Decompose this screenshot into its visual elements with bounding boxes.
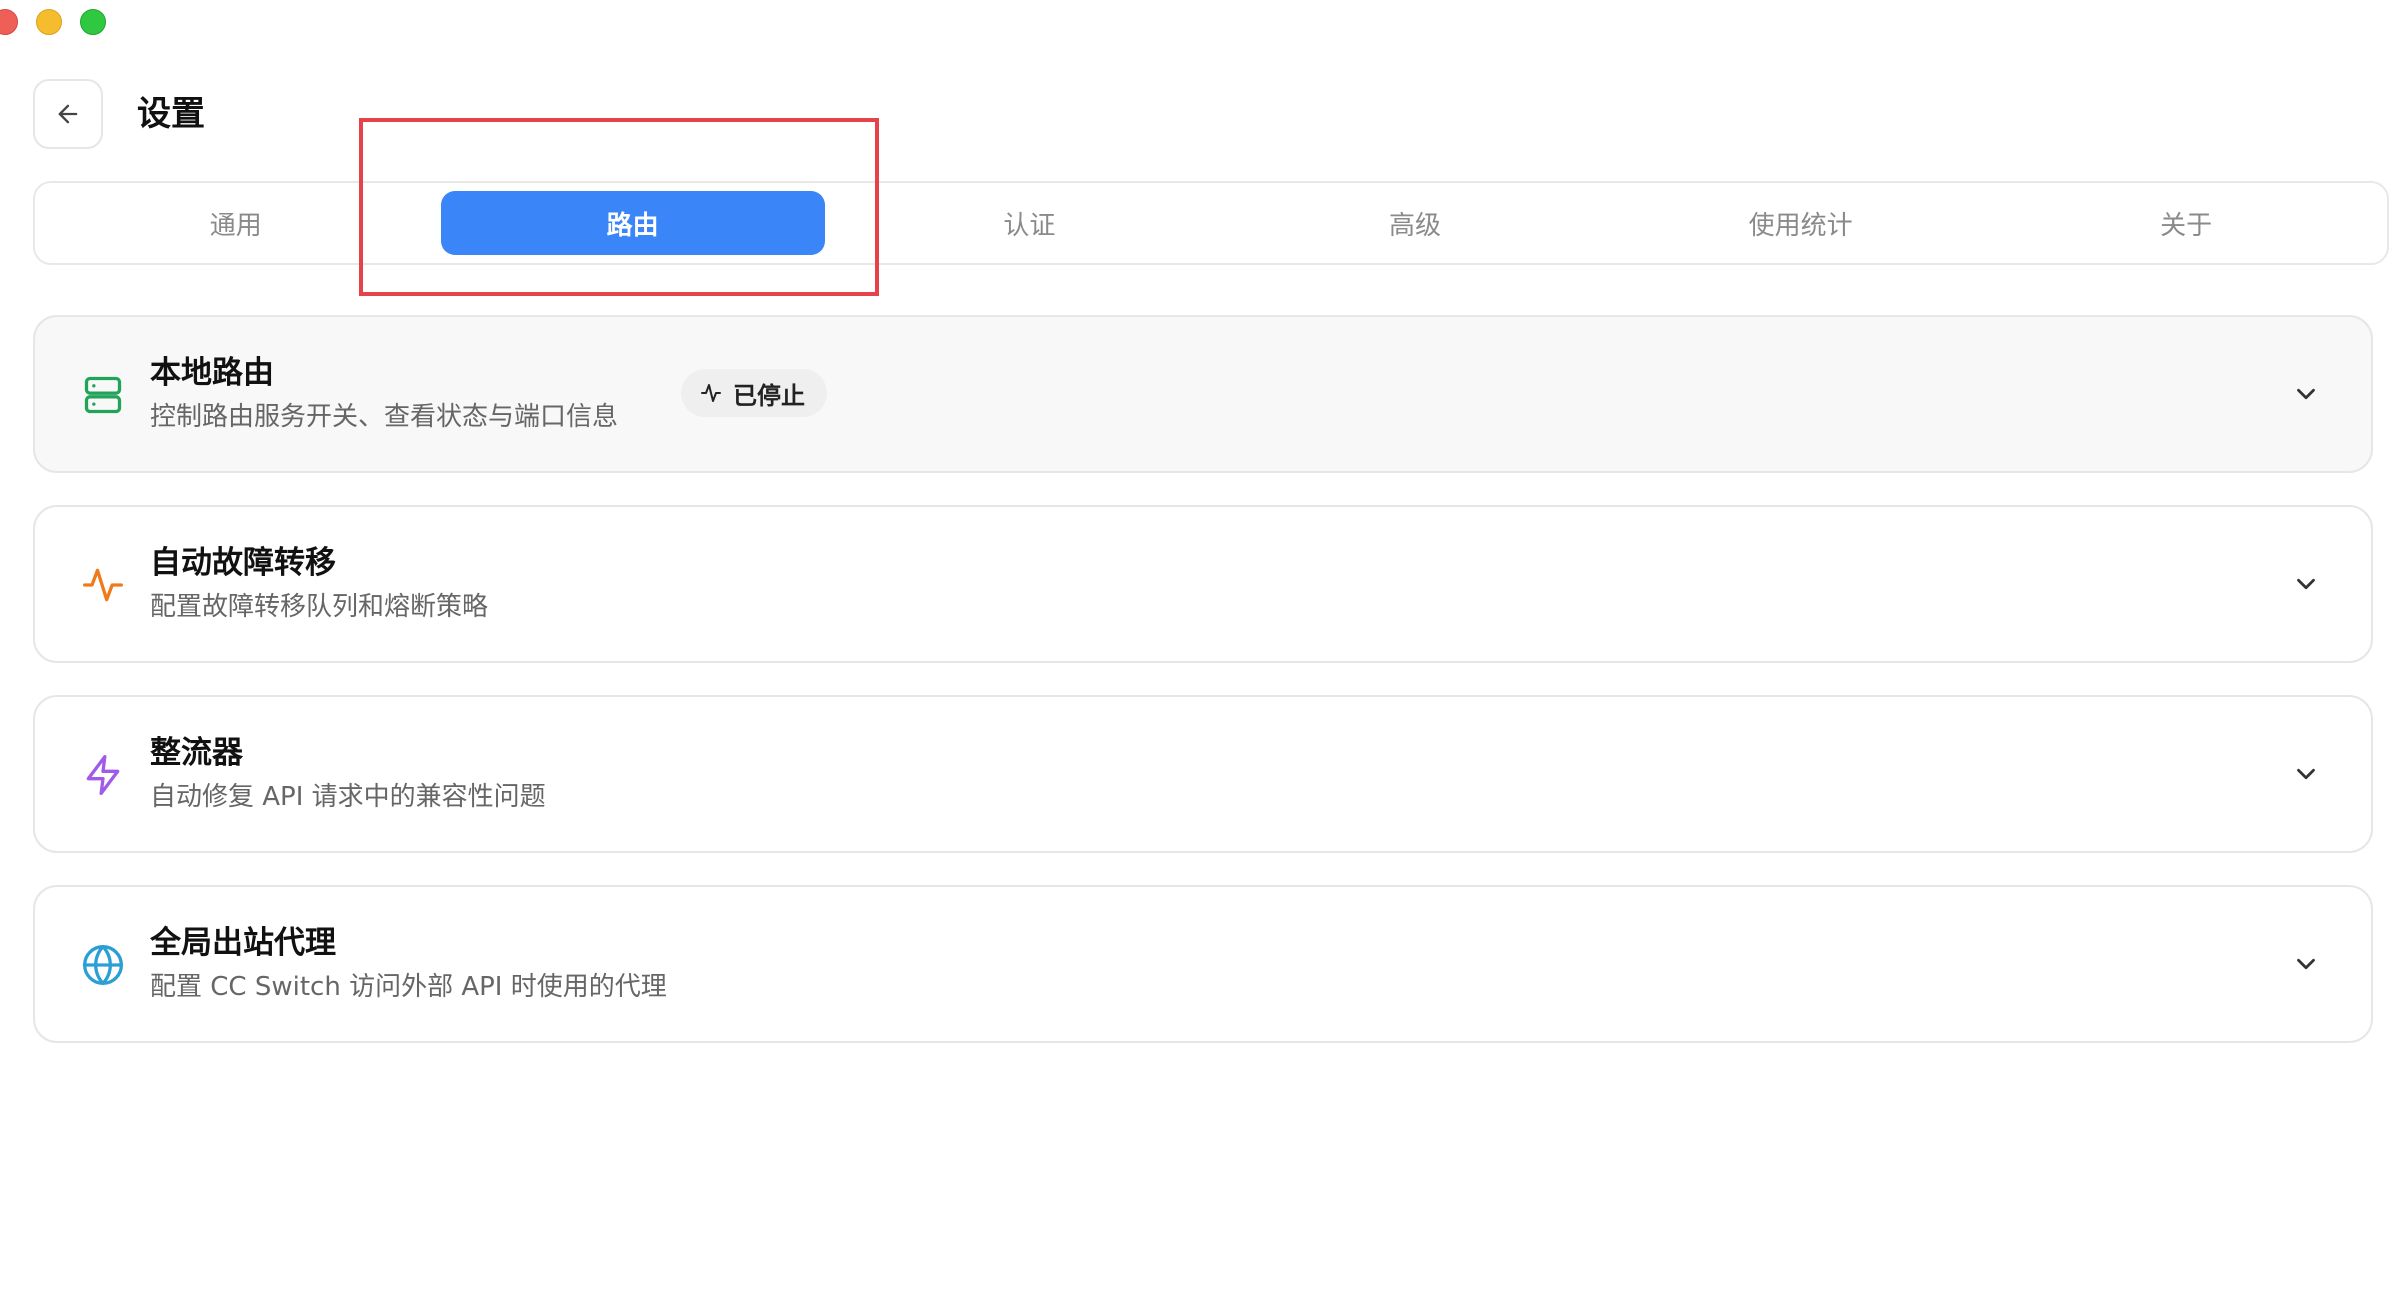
server-icon: [84, 376, 122, 414]
chevron-down-icon[interactable]: [2291, 379, 2321, 409]
tab-routing[interactable]: 路由: [440, 191, 825, 255]
card-title: 整流器: [150, 735, 243, 771]
card-title: 自动故障转移: [150, 545, 336, 581]
tab-general[interactable]: 通用: [43, 191, 429, 255]
local-routing-card[interactable]: 本地路由 控制路由服务开关、查看状态与端口信息 已停止: [33, 315, 2373, 473]
tab-usage-stats[interactable]: 使用统计: [1608, 191, 1994, 255]
back-button[interactable]: [33, 79, 103, 149]
window-controls: [0, 9, 106, 35]
auto-failover-card[interactable]: 自动故障转移 配置故障转移队列和熔断策略: [33, 505, 2373, 663]
card-description: 控制路由服务开关、查看状态与端口信息: [150, 402, 619, 432]
zoom-window-button[interactable]: [80, 9, 106, 35]
globe-icon: [83, 945, 123, 985]
card-title: 本地路由: [150, 355, 274, 391]
card-description: 配置 CC Switch 访问外部 API 时使用的代理: [150, 972, 667, 1002]
settings-tabs: 通用 路由 认证 高级 使用统计 关于: [33, 181, 2389, 265]
card-description: 自动修复 API 请求中的兼容性问题: [150, 782, 546, 812]
close-window-button[interactable]: [0, 9, 18, 35]
tab-advanced[interactable]: 高级: [1222, 191, 1608, 255]
chevron-down-icon[interactable]: [2291, 949, 2321, 979]
chevron-down-icon[interactable]: [2291, 569, 2321, 599]
activity-icon: [701, 384, 721, 402]
arrow-left-icon: [58, 104, 78, 124]
card-title: 全局出站代理: [150, 925, 336, 961]
lightning-icon: [86, 755, 120, 795]
settings-window: 设置 通用 路由 认证 高级 使用统计 关于 本地路由 控制路由服务开关、查看状…: [0, 0, 2406, 1316]
global-proxy-card[interactable]: 全局出站代理 配置 CC Switch 访问外部 API 时使用的代理: [33, 885, 2373, 1043]
tab-auth[interactable]: 认证: [837, 191, 1223, 255]
page-title: 设置: [137, 94, 205, 134]
status-label: 已停止: [733, 381, 805, 410]
rectifier-card[interactable]: 整流器 自动修复 API 请求中的兼容性问题: [33, 695, 2373, 853]
card-description: 配置故障转移队列和熔断策略: [150, 592, 489, 622]
tab-about[interactable]: 关于: [1993, 191, 2379, 255]
chevron-down-icon[interactable]: [2291, 759, 2321, 789]
activity-icon: [83, 568, 123, 602]
minimize-window-button[interactable]: [36, 9, 62, 35]
status-badge: 已停止: [681, 369, 827, 417]
